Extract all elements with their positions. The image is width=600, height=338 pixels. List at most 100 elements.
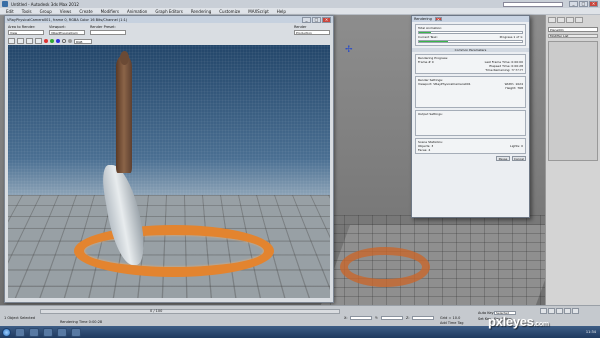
menu-customize[interactable]: Customize — [219, 9, 240, 14]
task-progress-bar — [418, 40, 523, 43]
current-task-value: Progress 1 of 1: — [499, 35, 523, 39]
frame-buffer-title: VRayPhysicalCamera001, frame 0, RGBA Col… — [7, 17, 128, 22]
go-to-end-icon[interactable] — [572, 308, 579, 314]
command-panel-tabs — [546, 15, 600, 25]
frame-value: 0 — [431, 60, 434, 64]
search-input[interactable] — [503, 1, 563, 7]
system-clock[interactable]: 11:34 — [586, 330, 596, 334]
command-panel: Plane001 Modifier List — [545, 15, 600, 320]
main-title-bar: Untitled - Autodesk 3ds Max 2012 _ □ × — [0, 0, 600, 8]
rs-viewport-value: VRayPhysicalCamera001 — [433, 82, 471, 86]
pause-button[interactable]: Pause — [496, 156, 510, 161]
frame-counter: 0 / 100 — [150, 309, 163, 313]
monochrome-icon[interactable] — [68, 39, 72, 43]
x-coordinate-field[interactable] — [350, 316, 372, 320]
rendering-dialog: Rendering × Total Animation: Current Tas… — [411, 15, 530, 218]
render-button-label[interactable]: Render — [294, 25, 330, 29]
close-button[interactable]: × — [589, 1, 598, 7]
prompt-line: Rendering Time 0:00:28 — [60, 320, 103, 324]
green-channel-icon[interactable] — [50, 39, 54, 43]
height-value: 768 — [517, 86, 523, 90]
rendering-progress-section: Rendering Progress: Frame # 0 Last Frame… — [415, 54, 526, 74]
rs-viewport-label: Viewport: — [418, 82, 433, 86]
scene-statistics-section: Scene Statistics: Objects: 3 Lights: 0 F… — [415, 138, 526, 154]
common-parameters-header[interactable]: Common Parameters — [412, 48, 529, 52]
print-icon[interactable] — [26, 38, 33, 44]
fb-close-button[interactable]: × — [322, 16, 331, 23]
progress-section: Total Animation: Current Task: Progress … — [415, 24, 526, 46]
render-mode-select[interactable]: Production — [294, 30, 330, 35]
fb-maximize-button[interactable]: □ — [312, 16, 321, 23]
axis-tripod-icon: ✢ — [345, 45, 353, 55]
y-coordinate-field[interactable] — [381, 316, 403, 320]
rendering-dialog-buttons: Pause Cancel — [415, 156, 526, 161]
render-preset-select[interactable] — [90, 30, 126, 35]
menu-edit[interactable]: Edit — [6, 9, 14, 14]
menu-group[interactable]: Group — [40, 9, 52, 14]
total-progress-fill — [419, 32, 432, 33]
menu-animation[interactable]: Animation — [127, 9, 147, 14]
modifier-stack[interactable] — [548, 41, 598, 161]
sculpture-column — [116, 55, 132, 173]
remaining-label: Time Remaining: — [485, 68, 511, 72]
cancel-button[interactable]: Cancel — [512, 156, 526, 161]
minimize-button[interactable]: _ — [569, 1, 578, 7]
watermark-suffix: .com — [533, 321, 549, 328]
create-tab-icon[interactable] — [548, 17, 556, 23]
total-progress-bar — [418, 31, 523, 34]
rendering-close-button[interactable]: × — [434, 17, 442, 22]
menu-views[interactable]: Views — [60, 9, 72, 14]
menu-modifiers[interactable]: Modifiers — [101, 9, 119, 14]
taskbar-browser-icon[interactable] — [43, 327, 53, 337]
previous-frame-icon[interactable] — [548, 308, 555, 314]
x-label: X: — [344, 316, 348, 320]
frame-buffer-controls: _ □ × — [302, 16, 331, 23]
area-to-render-select[interactable]: View — [8, 30, 44, 35]
z-coordinate-field[interactable] — [412, 316, 434, 320]
taskbar-photoshop-icon[interactable] — [71, 327, 81, 337]
rendering-dialog-title: Rendering — [414, 17, 432, 21]
time-slider[interactable] — [40, 309, 340, 314]
height-label: Height: — [505, 86, 517, 90]
blue-channel-icon[interactable] — [56, 39, 60, 43]
save-image-icon[interactable] — [8, 38, 15, 44]
menu-rendering[interactable]: Rendering — [191, 9, 211, 14]
next-frame-icon[interactable] — [564, 308, 571, 314]
play-icon[interactable] — [556, 308, 563, 314]
frame-buffer-channel-toolbar: RGB Alpha — [5, 37, 333, 48]
viewport-select[interactable]: VRayPhysicalCam — [49, 30, 85, 35]
menu-maxscript[interactable]: MAXScript — [248, 9, 269, 14]
rendering-dialog-title-bar: Rendering × — [412, 16, 529, 22]
selection-status: 1 Object Selected — [4, 316, 36, 320]
clear-icon[interactable] — [35, 38, 42, 44]
total-animation-label: Total Animation: — [418, 26, 443, 30]
render-preset-label: Render Preset: — [90, 25, 116, 29]
taskbar-3dsmax-icon[interactable] — [57, 327, 67, 337]
menu-tools[interactable]: Tools — [22, 9, 32, 14]
start-button[interactable] — [2, 327, 11, 337]
app-logo-icon[interactable] — [2, 1, 8, 7]
hierarchy-tab-icon[interactable] — [566, 17, 574, 23]
taskbar-media-icon[interactable] — [29, 327, 39, 337]
red-channel-icon[interactable] — [44, 39, 48, 43]
modifier-list-dropdown[interactable]: Modifier List — [548, 34, 598, 38]
lights-value: 0 — [521, 144, 523, 148]
clone-frame-icon[interactable] — [17, 38, 24, 44]
menu-help[interactable]: Help — [277, 9, 286, 14]
remaining-value: ??:??:?? — [511, 68, 523, 72]
faces-label: Faces: — [418, 148, 428, 152]
maximize-button[interactable]: □ — [579, 1, 588, 7]
rendered-image — [8, 45, 330, 298]
render-settings-section: Render Settings: Viewport: VRayPhysicalC… — [415, 76, 526, 108]
motion-tab-icon[interactable] — [575, 17, 583, 23]
add-time-tag-button[interactable]: Add Time Tag — [440, 321, 464, 325]
menu-graph-editors[interactable]: Graph Editors — [155, 9, 182, 14]
taskbar-explorer-icon[interactable] — [15, 327, 25, 337]
app-title: Untitled - Autodesk 3ds Max 2012 — [11, 1, 79, 7]
modify-tab-icon[interactable] — [557, 17, 565, 23]
menu-create[interactable]: Create — [79, 9, 92, 14]
fb-minimize-button[interactable]: _ — [302, 16, 311, 23]
alpha-channel-icon[interactable] — [62, 39, 66, 43]
object-name-field[interactable]: Plane001 — [548, 27, 598, 32]
display-channel-select[interactable]: RGB Alpha — [74, 38, 92, 48]
